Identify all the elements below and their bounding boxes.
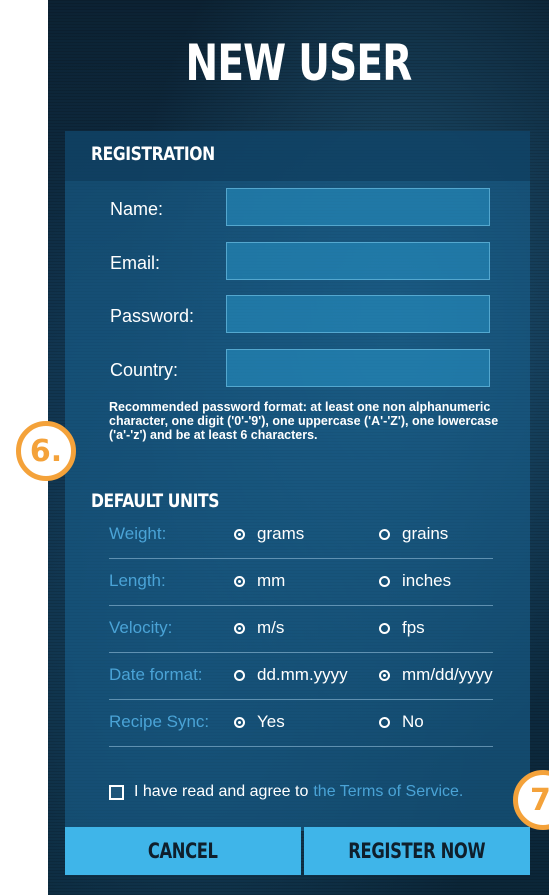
password-hint: Recommended password format: at least on… [109,400,499,442]
callout-badge-6: 6. [16,421,76,481]
radio-selected-icon [234,622,245,634]
recipe-sync-no-radio[interactable]: No [379,712,424,732]
radio-label: grains [402,524,449,543]
date-format-label: Date format: [109,665,203,684]
password-input[interactable] [226,295,490,333]
weight-label: Weight: [109,524,167,543]
radio-label: No [402,712,424,731]
unit-row-length: Length: mm inches [109,559,493,606]
app-screen: NEW USER REGISTRATION Name: Email: Passw… [48,0,549,895]
velocity-ms-radio[interactable]: m/s [234,618,284,638]
radio-label: fps [402,618,425,637]
radio-selected-icon [234,528,245,540]
weight-grains-radio[interactable]: grains [379,524,448,544]
radio-selected-icon [234,716,245,728]
unit-row-date-format: Date format: dd.mm.yyyy mm/dd/yyyy [109,653,493,700]
weight-grams-radio[interactable]: grams [234,524,304,544]
radio-unselected-icon [379,528,390,540]
radio-unselected-icon [234,669,245,681]
radio-label: m/s [257,618,285,637]
password-label: Password: [110,306,195,326]
radio-unselected-icon [379,575,390,587]
terms-checkbox[interactable] [109,784,124,800]
email-input[interactable] [226,242,490,280]
register-now-label: REGISTER NOW [348,839,486,863]
cancel-label: CANCEL [148,839,218,863]
length-mm-radio[interactable]: mm [234,571,285,591]
recipe-sync-label: Recipe Sync: [109,712,210,731]
radio-unselected-icon [379,622,390,634]
length-inches-radio[interactable]: inches [379,571,451,591]
date-ddmmyyyy-radio[interactable]: dd.mm.yyyy [234,665,348,685]
registration-panel: REGISTRATION Name: Email: Password: Coun… [65,131,530,831]
radio-selected-icon [234,575,245,587]
terms-agreement: I have read and agree to the Terms of Se… [109,783,463,801]
recipe-sync-yes-radio[interactable]: Yes [234,712,285,732]
cancel-button[interactable]: CANCEL [65,827,301,875]
terms-text: I have read and agree to [134,783,309,800]
radio-label: mm/dd/yyyy [402,665,493,684]
name-input[interactable] [226,188,490,226]
radio-unselected-icon [379,716,390,728]
radio-label: Yes [257,712,285,731]
page-title: NEW USER [185,34,412,92]
name-label: Name: [110,199,164,219]
radio-selected-icon [379,669,390,681]
register-now-button[interactable]: REGISTER NOW [304,827,530,875]
radio-label: grams [257,524,305,543]
unit-row-weight: Weight: grams grains [109,512,493,559]
unit-row-recipe-sync: Recipe Sync: Yes No [109,700,493,747]
email-label: Email: [110,253,161,273]
velocity-fps-radio[interactable]: fps [379,618,425,638]
country-input[interactable] [226,349,490,387]
length-label: Length: [109,571,166,590]
terms-of-service-link[interactable]: the Terms of Service. [313,783,463,801]
default-units-heading: DEFAULT UNITS [91,490,220,512]
velocity-label: Velocity: [109,618,173,637]
radio-label: mm [257,571,286,590]
date-mmddyyyy-radio[interactable]: mm/dd/yyyy [379,665,493,685]
radio-label: inches [402,571,452,590]
radio-label: dd.mm.yyyy [257,665,348,684]
registration-heading: REGISTRATION [91,143,215,165]
unit-row-velocity: Velocity: m/s fps [109,606,493,653]
country-label: Country: [110,360,179,380]
